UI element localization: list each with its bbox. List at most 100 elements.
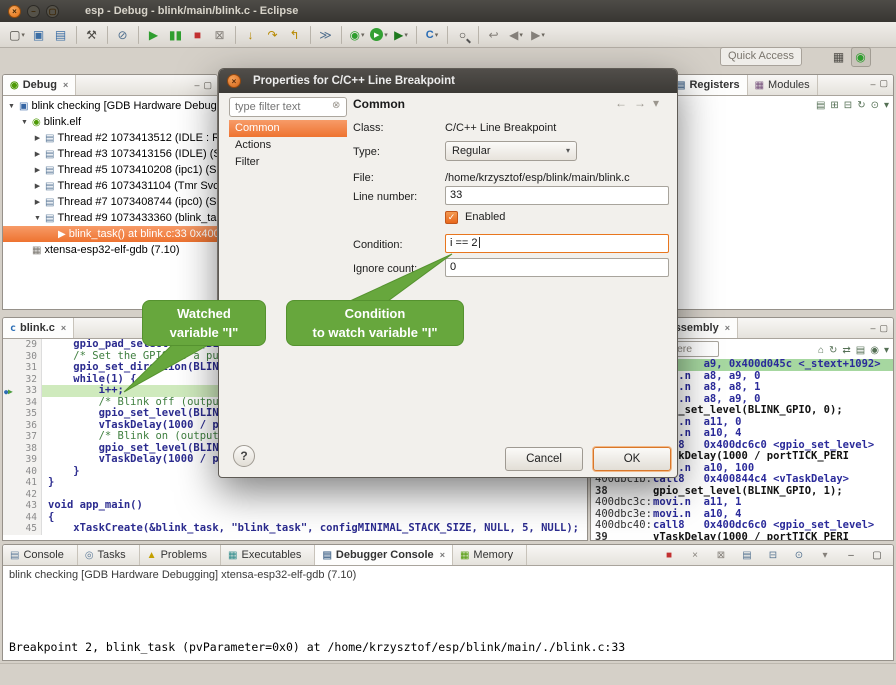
tab-close-icon[interactable]: ×	[61, 323, 66, 333]
toolbar-button[interactable]	[235, 26, 236, 44]
line-number[interactable]: 29	[16, 339, 42, 351]
step-return-button[interactable]: ↰	[285, 25, 305, 45]
console-output[interactable]: Breakpoint 2, blink_task (pvParameter=0x…	[3, 584, 893, 660]
suspend-button[interactable]: ▮▮	[166, 25, 186, 45]
quick-access-button[interactable]: Quick Access	[720, 47, 802, 66]
tree-item-program[interactable]: ▼ ◉ blink.elf	[3, 114, 217, 130]
external-tools-button[interactable]: ▶ ▾	[391, 25, 411, 45]
clear-console-button[interactable]: ▤	[737, 547, 757, 563]
maximize-view-icon[interactable]: ▢	[879, 323, 888, 334]
line-number[interactable]: 30	[16, 351, 42, 363]
tree-expander-icon[interactable]: ▶	[33, 182, 42, 190]
minimize-view-icon[interactable]: –	[870, 323, 875, 333]
line-number[interactable]: 31	[16, 362, 42, 374]
code-text[interactable]: }	[42, 477, 587, 489]
breakpoint-gutter[interactable]	[3, 362, 16, 374]
instruction-stepping-button[interactable]: ≫	[316, 25, 336, 45]
toolbar-button[interactable]	[416, 26, 417, 44]
tree-expander-icon[interactable]: ▼	[20, 119, 29, 126]
line-number[interactable]: 39	[16, 454, 42, 466]
type-select[interactable]: Regular ▾	[445, 141, 577, 161]
tree-expander-icon[interactable]: ▶	[33, 198, 42, 206]
forward-icon[interactable]: →	[634, 96, 646, 110]
tab-tasks[interactable]: ◎ Tasks	[78, 545, 140, 565]
skip-all-breakpoints-button[interactable]: ⊘	[113, 25, 133, 45]
back-icon[interactable]: ←	[615, 96, 627, 110]
tab-close-icon[interactable]: ×	[440, 550, 445, 560]
disconnect-button[interactable]: ⊠	[210, 25, 230, 45]
tree-expander-icon[interactable]: ▼	[33, 215, 42, 222]
minimize-button[interactable]: –	[841, 547, 861, 563]
clear-filter-icon[interactable]: ⊗	[332, 100, 340, 111]
back-button[interactable]: ◀ ▾	[506, 25, 526, 45]
forward-button[interactable]: ▶ ▾	[528, 25, 548, 45]
breakpoint-gutter[interactable]	[3, 397, 16, 409]
tab-modules[interactable]: ▦ Modules	[748, 75, 818, 95]
debug-perspective-button[interactable]: ◉	[851, 47, 871, 67]
tree-item-thread[interactable]: ▶ ▤ Thread #7 1073408744 (ipc0) (Susp	[3, 194, 217, 210]
step-over-button[interactable]: ↷	[263, 25, 283, 45]
console-body[interactable]: blink checking [GDB Hardware Debugging] …	[3, 566, 893, 660]
line-number[interactable]: 41	[16, 477, 42, 489]
sync-with-stack-button[interactable]: ⇄	[842, 345, 850, 356]
breakpoint-gutter[interactable]	[3, 351, 16, 363]
view-menu-button[interactable]: ▾	[884, 345, 889, 356]
tab-debug[interactable]: ◉ Debug ×	[3, 75, 76, 95]
tab-console[interactable]: ▤ Console	[3, 545, 78, 565]
line-number-input[interactable]: 33	[445, 186, 669, 205]
tab-executables[interactable]: ▦ Executables	[221, 545, 315, 565]
registers-layout-button[interactable]: ▤	[816, 100, 825, 111]
display-console-button[interactable]: ▾	[815, 547, 835, 563]
tree-expander-icon[interactable]: ▶	[33, 150, 42, 158]
dialog-close-button[interactable]: ×	[227, 74, 241, 88]
open-perspective-button[interactable]: ▦	[829, 47, 849, 67]
collapse-all-button[interactable]: ⊟	[844, 100, 852, 111]
breakpoint-gutter[interactable]	[3, 500, 16, 512]
toolbar-button[interactable]	[76, 26, 77, 44]
breakpoint-gutter[interactable]	[3, 431, 16, 443]
refresh-disassembly-button[interactable]: ↻	[829, 345, 837, 356]
search-button[interactable]: ○	[453, 25, 473, 45]
breakpoint-gutter[interactable]	[3, 374, 16, 386]
dialog-nav-common[interactable]: Common	[229, 120, 347, 137]
code-line[interactable]: 43 void app_main()	[3, 500, 587, 512]
terminate-console-button[interactable]: ■	[659, 547, 679, 563]
line-number[interactable]: 38	[16, 443, 42, 455]
save-all-button[interactable]: ▤	[51, 25, 71, 45]
cancel-button[interactable]: Cancel	[505, 447, 583, 471]
window-close-button[interactable]: ×	[8, 5, 21, 18]
disassembly-line[interactable]: 39 vTaskDelay(1000 / portTICK_PERI	[591, 532, 893, 541]
enabled-checkbox[interactable]: ✓	[445, 211, 458, 224]
toolbar-button[interactable]	[310, 26, 311, 44]
disassembly-line[interactable]: 400dbc40: call8 0x400dc6c0 <gpio_set_lev…	[591, 520, 893, 532]
line-number[interactable]: 34	[16, 397, 42, 409]
toolbar-button[interactable]	[138, 26, 139, 44]
new-c-project-button[interactable]: C ▾	[422, 25, 442, 45]
minimize-view-icon[interactable]: –	[194, 80, 199, 90]
code-text[interactable]: void app_main()	[42, 500, 587, 512]
breakpoint-gutter[interactable]	[3, 443, 16, 455]
line-number[interactable]: 36	[16, 420, 42, 432]
breakpoint-gutter[interactable]	[3, 477, 16, 489]
toggle-breakpoint-button[interactable]: ◉	[870, 345, 879, 356]
tree-expander-icon[interactable]: ▶	[33, 134, 42, 142]
tab-debugger-console[interactable]: ▤ Debugger Console ×	[315, 545, 453, 565]
window-minimize-button[interactable]: –	[27, 5, 40, 18]
tree-item-thread[interactable]: ▶ ▤ Thread #5 1073410208 (ipc1) (Susp	[3, 162, 217, 178]
tree-expander-icon[interactable]: ▶	[33, 166, 42, 174]
toolbar-button[interactable]	[341, 26, 342, 44]
breakpoint-gutter[interactable]	[3, 466, 16, 478]
refresh-registers-button[interactable]: ↻	[857, 100, 865, 111]
tab-close-icon[interactable]: ×	[63, 80, 68, 90]
breakpoint-gutter[interactable]	[3, 512, 16, 524]
toolbar-button[interactable]	[447, 26, 448, 44]
condition-input[interactable]: i == 2	[445, 234, 669, 253]
tree-item-thread[interactable]: ▶ ▤ Thread #2 1073413512 (IDLE : Runn	[3, 130, 217, 146]
remove-all-launches-button[interactable]: ⊠	[711, 547, 731, 563]
toolbar-button[interactable]	[478, 26, 479, 44]
tab-close-icon[interactable]: ×	[725, 323, 730, 333]
remove-launch-button[interactable]: ×	[685, 547, 705, 563]
scroll-lock-button[interactable]: ⊟	[763, 547, 783, 563]
expand-all-button[interactable]: ⊞	[830, 100, 838, 111]
minimize-view-icon[interactable]: –	[870, 79, 875, 89]
